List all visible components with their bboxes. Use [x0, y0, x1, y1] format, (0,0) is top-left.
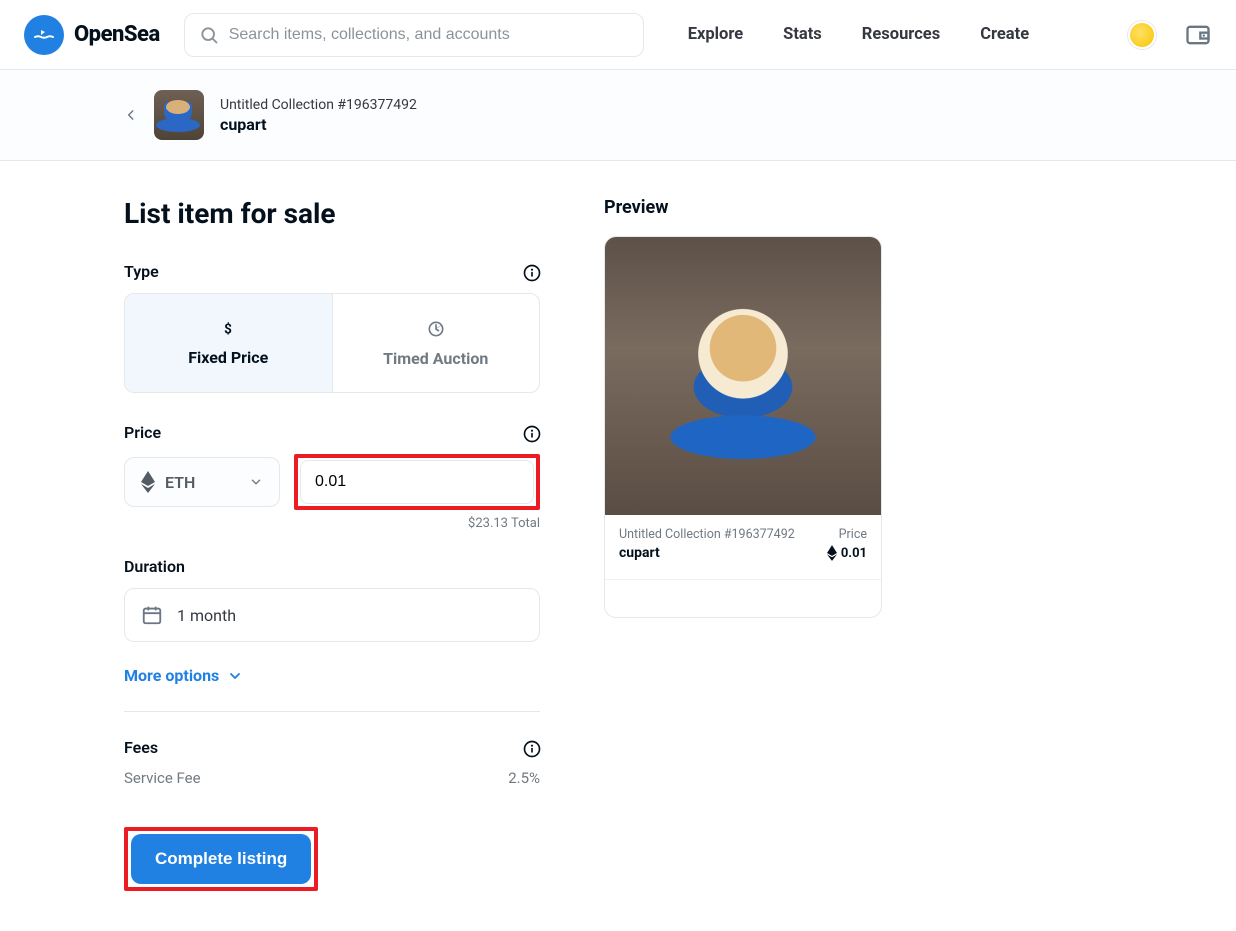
search-container: [184, 13, 644, 57]
type-label: Type: [124, 262, 159, 281]
duration-select[interactable]: 1 month: [124, 588, 540, 642]
more-options-label: More options: [124, 666, 219, 685]
type-fixed-label: Fixed Price: [188, 348, 268, 367]
currency-select[interactable]: ETH: [124, 457, 280, 507]
primary-nav: Explore Stats Resources Create: [688, 25, 1029, 44]
preview-collection: Untitled Collection #196377492: [619, 527, 795, 542]
search-bar[interactable]: [184, 13, 644, 57]
price-info-icon[interactable]: [522, 424, 540, 442]
duration-value: 1 month: [177, 606, 236, 625]
fees-info-icon[interactable]: [522, 739, 540, 757]
preview-price-label: Price: [839, 527, 867, 542]
type-toggle: $ Fixed Price Timed Auction: [124, 293, 540, 393]
svg-text:$: $: [224, 321, 232, 337]
duration-label: Duration: [124, 557, 185, 576]
opensea-logo-icon: [24, 15, 64, 55]
breadcrumb-collection[interactable]: Untitled Collection #196377492: [220, 97, 417, 113]
breadcrumb-bar: Untitled Collection #196377492 cupart: [0, 70, 1236, 161]
price-amount-input[interactable]: [300, 460, 534, 504]
more-options-toggle[interactable]: More options: [124, 666, 540, 685]
highlight-price-input: [294, 454, 540, 510]
clock-icon: [426, 319, 446, 339]
complete-listing-button[interactable]: Complete listing: [131, 834, 311, 884]
account-avatar[interactable]: [1128, 21, 1156, 49]
preview-heading: Preview: [604, 197, 1112, 218]
preview-item-name: cupart: [619, 545, 795, 561]
search-input[interactable]: [229, 26, 629, 44]
brand-name: OpenSea: [74, 22, 160, 47]
chevron-down-icon: [249, 475, 263, 489]
logo[interactable]: OpenSea: [24, 15, 160, 55]
preview-panel: Preview Untitled Collection #196377492 c…: [604, 197, 1112, 891]
preview-card[interactable]: Untitled Collection #196377492 cupart Pr…: [604, 236, 882, 618]
nav-resources[interactable]: Resources: [862, 25, 940, 44]
preview-price-value: 0.01: [841, 546, 867, 561]
service-fee-label: Service Fee: [124, 769, 201, 787]
header-right: [1128, 21, 1212, 49]
breadcrumb-item-name: cupart: [220, 115, 417, 134]
chevron-down-icon: [227, 668, 243, 684]
price-total: $23.13 Total: [124, 516, 540, 531]
highlight-complete-button: Complete listing: [124, 827, 318, 891]
breadcrumb: Untitled Collection #196377492 cupart: [220, 97, 417, 134]
nav-explore[interactable]: Explore: [688, 25, 743, 44]
eth-icon: [141, 471, 155, 493]
top-nav: OpenSea Explore Stats Resources Create: [0, 0, 1236, 70]
listing-form: List item for sale Type $ Fixed Price Ti…: [124, 197, 540, 891]
nav-create[interactable]: Create: [980, 25, 1029, 44]
eth-icon: [827, 545, 837, 561]
type-fixed-price[interactable]: $ Fixed Price: [125, 294, 332, 392]
nav-stats[interactable]: Stats: [783, 25, 822, 44]
page-title: List item for sale: [124, 197, 540, 230]
type-timed-label: Timed Auction: [383, 349, 488, 368]
type-info-icon[interactable]: [522, 263, 540, 281]
wallet-icon[interactable]: [1184, 21, 1212, 49]
divider: [124, 711, 540, 712]
item-thumbnail: [154, 90, 204, 140]
price-label: Price: [124, 423, 161, 442]
type-timed-auction[interactable]: Timed Auction: [332, 294, 540, 392]
dollar-icon: $: [219, 320, 237, 338]
preview-image: [605, 237, 881, 515]
calendar-icon: [141, 604, 163, 626]
back-button[interactable]: [124, 108, 138, 122]
currency-label: ETH: [165, 473, 195, 492]
search-icon: [199, 25, 219, 45]
fees-label: Fees: [124, 738, 158, 757]
service-fee-value: 2.5%: [508, 769, 540, 787]
preview-footer: [605, 579, 881, 617]
